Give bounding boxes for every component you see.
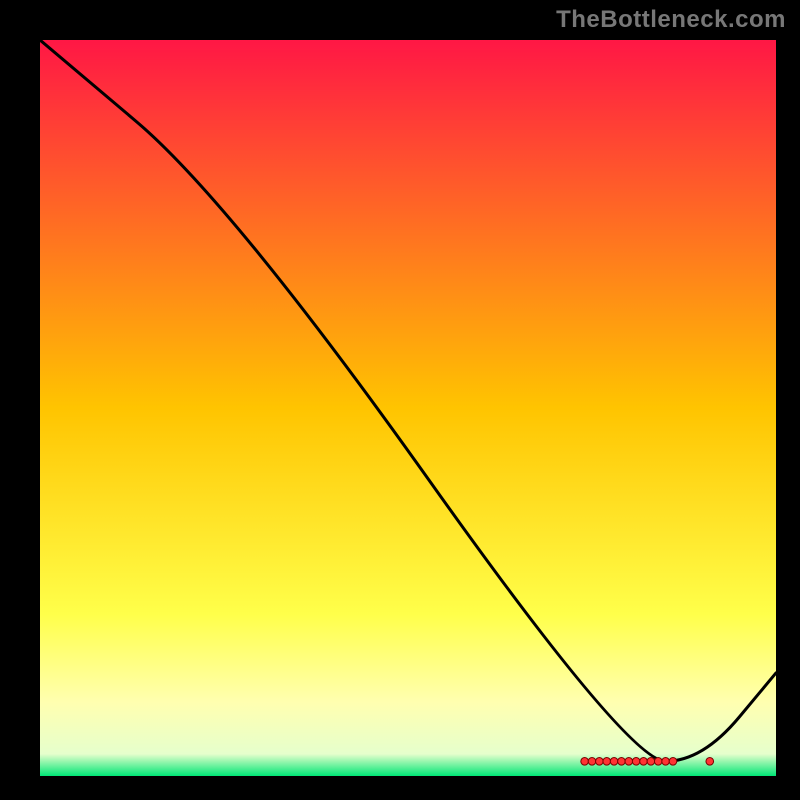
marker-dot [647,757,655,765]
marker-dot [654,757,662,765]
marker-dot [618,757,626,765]
marker-dot [640,757,648,765]
marker-dot [632,757,640,765]
plot-area [40,40,776,776]
marker-dot [625,757,633,765]
marker-dot [588,757,596,765]
gradient-background [40,40,776,776]
marker-dot [669,757,677,765]
marker-dot [581,757,589,765]
marker-dot [610,757,618,765]
marker-dot [596,757,604,765]
chart-container: TheBottleneck.com [0,0,800,800]
marker-dot [662,757,670,765]
chart-svg [40,40,776,776]
marker-dot [603,757,611,765]
watermark-text: TheBottleneck.com [556,6,786,34]
marker-dot [706,757,714,765]
